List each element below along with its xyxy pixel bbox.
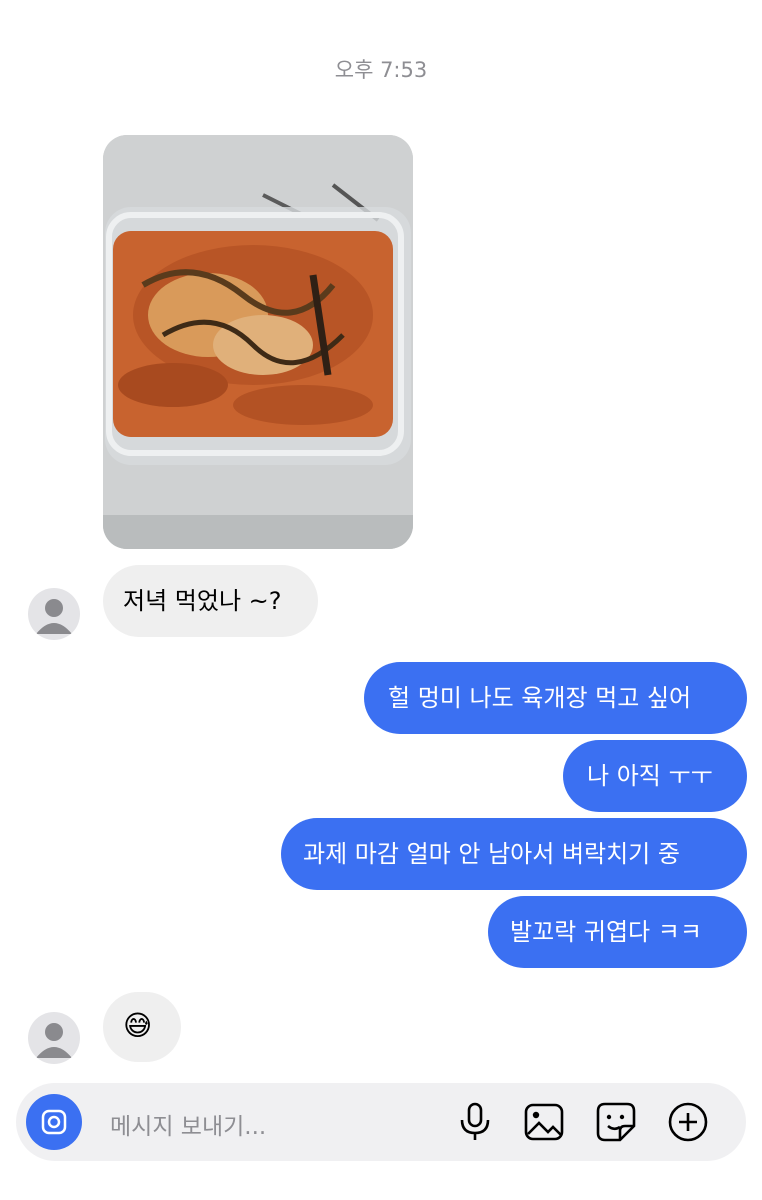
sender-avatar[interactable] bbox=[28, 1012, 80, 1064]
camera-button[interactable] bbox=[26, 1094, 82, 1150]
microphone-icon bbox=[460, 1102, 490, 1140]
message-bubble-outgoing[interactable]: 나 아직 ㅜㅜ bbox=[563, 740, 747, 812]
food-photo bbox=[103, 135, 413, 549]
message-bubble-incoming[interactable]: 저녁 먹었나 ~? bbox=[103, 565, 318, 637]
plus-icon bbox=[668, 1102, 708, 1142]
message-bubble-outgoing[interactable]: 헐 멍미 나도 육개장 먹고 싶어 bbox=[364, 662, 747, 734]
timestamp: 오후 7:53 bbox=[334, 58, 428, 82]
default-user-icon bbox=[36, 1023, 72, 1058]
photo-message[interactable] bbox=[103, 135, 413, 549]
message-input[interactable]: 메시지 보내기... bbox=[110, 1107, 266, 1141]
camera-icon bbox=[41, 1109, 67, 1135]
message-bubble-outgoing[interactable]: 과제 마감 얼마 안 남아서 벼락치기 중 bbox=[281, 818, 747, 890]
gallery-button[interactable] bbox=[522, 1100, 566, 1144]
sender-avatar[interactable] bbox=[28, 588, 80, 640]
gallery-icon bbox=[524, 1103, 564, 1141]
sticker-button[interactable] bbox=[594, 1100, 638, 1144]
message-bubble-outgoing[interactable]: 발꼬락 귀엽다 ㅋㅋ bbox=[488, 896, 747, 968]
message-bubble-incoming[interactable]: 😅 bbox=[103, 992, 181, 1062]
sticker-icon bbox=[596, 1102, 636, 1142]
more-options-button[interactable] bbox=[666, 1100, 710, 1144]
message-composer: 메시지 보내기... bbox=[16, 1083, 746, 1161]
voice-button[interactable] bbox=[453, 1100, 497, 1144]
default-user-icon bbox=[36, 599, 72, 634]
